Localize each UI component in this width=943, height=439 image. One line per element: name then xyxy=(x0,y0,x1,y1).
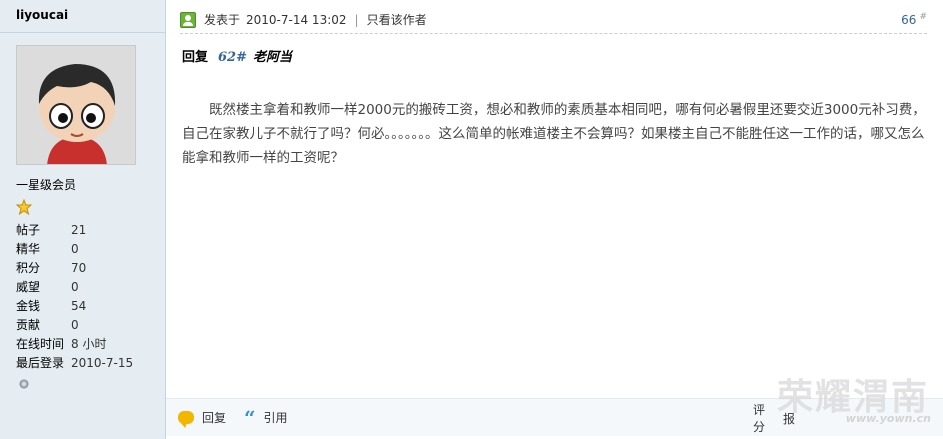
star-icon xyxy=(16,199,32,215)
reply-floor-link[interactable]: 62# xyxy=(218,50,247,65)
stat-row: 在线时间 8 小时 xyxy=(16,337,107,351)
floor-mark: # xyxy=(919,12,927,22)
avatar[interactable] xyxy=(16,45,136,165)
posted-time: 2010-7-14 13:02 xyxy=(246,12,347,27)
quote-button-label: 引用 xyxy=(263,411,288,425)
user-group: 一星级会员 xyxy=(16,178,77,192)
stat-row: 最后登录 2010-7-15 xyxy=(16,356,134,370)
user-sidebar: liyoucai 一星级会员 帖子 21 精华 0 积分 70 威望 0 金钱 54 贡献… xyxy=(0,0,166,439)
quote-icon: “ xyxy=(244,405,256,430)
header-separator: | xyxy=(354,12,359,27)
only-author-link[interactable]: 只看该作者 xyxy=(367,11,427,28)
site-watermark: 荣耀渭南 www.yown.cn xyxy=(777,368,937,436)
post-header: 发表于 2010-7-14 13:02 | 只看该作者 66 # xyxy=(180,6,927,34)
reply-author: 老阿当 xyxy=(253,50,293,65)
watermark-url: www.yown.cn xyxy=(845,412,931,425)
user-stats: 帖子 21 精华 0 积分 70 威望 0 金钱 54 贡献 0 在线时间 8 小时 最后登录… xyxy=(16,221,133,373)
stat-row: 贡献 0 xyxy=(16,318,79,332)
online-user-icon xyxy=(180,11,196,28)
stat-row: 精华 0 xyxy=(16,242,79,256)
stat-row: 帖子 21 xyxy=(16,223,87,237)
post-main: 发表于 2010-7-14 13:02 | 只看该作者 66 # 回复 62# 老阿当… xyxy=(166,0,943,439)
avatar-image xyxy=(17,46,135,164)
floor-number[interactable]: 66 # xyxy=(901,12,927,27)
posted-prefix: 发表于 xyxy=(204,13,241,27)
post-content: 既然楼主拿着和教师一样2000元的搬砖工资，想必和教师的素质基本相同吧，哪有何必… xyxy=(182,102,926,166)
stat-row: 金钱 54 xyxy=(16,299,87,313)
reply-title: 回复 62# 老阿当 xyxy=(182,46,292,65)
quote-button[interactable]: “ 引用 xyxy=(244,405,288,430)
rate-button[interactable]: 评分 xyxy=(753,401,765,435)
reply-button[interactable]: 回复 xyxy=(178,409,227,428)
stat-row: 积分 70 xyxy=(16,261,87,275)
stat-row: 威望 0 xyxy=(16,280,79,294)
reply-icon xyxy=(178,411,194,428)
username[interactable]: liyoucai xyxy=(0,0,165,33)
reply-button-label: 回复 xyxy=(202,411,227,425)
tool-icon[interactable] xyxy=(18,378,30,390)
floor-value: 66 xyxy=(901,13,917,27)
reply-label: 回复 xyxy=(182,50,209,65)
